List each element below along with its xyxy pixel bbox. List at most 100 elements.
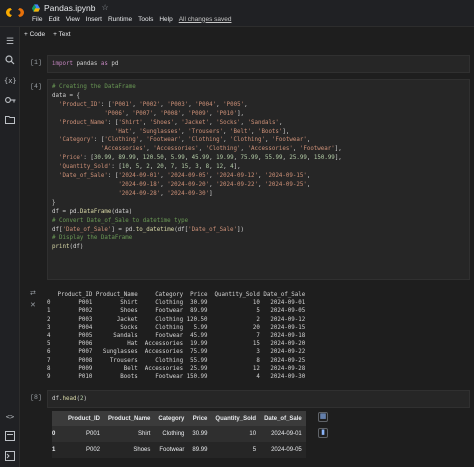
code-token: 'Footwear'	[299, 146, 335, 153]
add-text-button[interactable]: + Text	[53, 31, 70, 38]
code-line: '2024-09-28', '2024-09-30']	[48, 190, 469, 199]
add-code-button[interactable]: + Code	[24, 31, 45, 38]
table-cell: 2024-09-05	[271, 447, 302, 453]
notebook-title[interactable]: Pandas.ipynb	[44, 3, 96, 13]
menu-item-help[interactable]: Help	[159, 16, 172, 23]
menu-icon[interactable]: ☰	[4, 35, 16, 47]
code-token: ,	[244, 101, 248, 108]
variables-icon[interactable]: {x}	[4, 75, 17, 87]
changes-saved-link[interactable]: All changes saved	[179, 16, 232, 23]
code-snippets-icon[interactable]: <>	[4, 411, 16, 423]
code-line: df.head(2)	[48, 395, 469, 404]
code-token: 'Price'	[58, 155, 84, 162]
code-line: 'Product_ID': ['P001', 'P002', 'P003', '…	[48, 101, 469, 110]
output-row: 3 P004 Socks Clothing 5.99 20 2024-09-15	[47, 324, 306, 331]
column-header: Product_ID	[64, 411, 105, 426]
menu-item-insert[interactable]: Insert	[86, 16, 102, 23]
code-token: 'Hat'	[114, 128, 133, 135]
output-row: 8 P009 Belt Accessories 25.99 12 2024-09…	[47, 365, 306, 372]
code-token: df[	[52, 226, 63, 233]
code-token: ]	[209, 190, 213, 197]
code-token: 55.99	[264, 155, 283, 162]
code-editor[interactable]: df.head(2)	[47, 390, 470, 408]
execution-count: [4]	[30, 83, 42, 90]
code-token: }	[52, 199, 56, 206]
code-token: print	[52, 244, 70, 251]
colab-header: Pandas.ipynb ☆ File Edit View Insert Runtime…	[0, 0, 474, 27]
output-row: 1 P002 Shoes Footwear 89.99 5 2024-09-05	[47, 308, 306, 315]
code-token: 75.99	[240, 155, 258, 162]
code-token: to_datetime	[135, 226, 175, 233]
code-token: as	[100, 61, 108, 67]
code-token: 20	[156, 164, 164, 171]
table-cell: 10	[249, 431, 257, 437]
key-icon[interactable]	[4, 95, 16, 107]
interactive-table-icon[interactable]: ▦	[318, 412, 328, 422]
column-header: Product_Name	[104, 411, 155, 426]
code-editor[interactable]: # Creating the DataFrame data = { 'Produc…	[47, 79, 470, 280]
output-clear-icon[interactable]: ✕	[30, 301, 42, 309]
command-palette-icon[interactable]	[4, 431, 16, 443]
code-token: 'P006'	[104, 110, 126, 117]
code-line: data = {	[48, 92, 469, 101]
code-line: # Convert Date_of_Sale to datetime type	[48, 217, 469, 226]
code-token: ,	[257, 181, 265, 188]
menu-item-runtime[interactable]: Runtime	[108, 16, 132, 23]
suggest-charts-icon[interactable]: ▮	[318, 428, 328, 438]
code-cell[interactable]: [4] # Creating the DataFrame data = { 'Pr…	[26, 79, 474, 280]
execution-count: [8]	[30, 394, 42, 401]
table-cell: 5	[252, 447, 257, 453]
menu-item-edit[interactable]: Edit	[48, 16, 59, 23]
code-line: print(df)	[48, 243, 469, 252]
code-cell[interactable]: [8] df.head(2)	[26, 390, 474, 408]
code-line: import pandas as pd	[48, 60, 469, 69]
code-token: 5.99	[170, 155, 185, 162]
output-move-icon[interactable]: ⇄	[30, 289, 42, 297]
code-token: pandas	[72, 61, 101, 67]
output-row: 5 P006 Hat Accessories 19.99 15 2024-09-…	[47, 341, 306, 348]
code-token: 'P001'	[111, 101, 133, 108]
code-token: ,	[306, 181, 311, 188]
folder-icon[interactable]	[4, 115, 16, 127]
output-row: 4 P005 Sandals Footwear 45.99 7 2024-09-…	[47, 333, 306, 340]
code-cell[interactable]: [1] import pandas as pd	[26, 55, 474, 73]
code-line: 'Accessories', 'Accessories', 'Clothing'…	[48, 145, 469, 154]
search-icon[interactable]	[4, 55, 16, 67]
code-token: ,	[135, 155, 143, 162]
code-token: head	[62, 396, 77, 402]
code-token: ],	[334, 155, 342, 162]
code-token: 'Sandals'	[247, 119, 279, 126]
menu-item-file[interactable]: File	[32, 16, 42, 23]
code-editor[interactable]: import pandas as pd	[47, 55, 470, 73]
code-token: 45.99	[191, 155, 210, 162]
code-token: 150.99	[313, 155, 335, 162]
menu-item-tools[interactable]: Tools	[138, 16, 153, 23]
code-token: 'Date_of_Sale'	[62, 226, 112, 233]
output-row: 0 P001 Shirt Clothing 30.99 10 2024-09-0…	[47, 300, 306, 307]
code-token: # Convert Date_of_Sale to datetime type	[52, 217, 189, 224]
code-line: 'Hat', 'Sunglasses', 'Trousers', 'Belt',…	[48, 128, 469, 137]
colab-logo-icon[interactable]	[6, 6, 24, 19]
code-token: 25.99	[289, 155, 307, 162]
code-token: '2024-09-28'	[118, 190, 161, 197]
table-row: 1 P002 Shoes Footwear 89.99 5 2024-09-05	[52, 442, 306, 458]
code-token: ,	[198, 164, 206, 171]
row-index: 1	[52, 447, 56, 453]
output-row: 6 P007 Sunglasses Accessories 75.99 3 20…	[47, 349, 306, 356]
code-token: 'Clothing'	[188, 137, 224, 144]
code-line: 'P006', 'P007', 'P008', 'P009', 'P010'],	[48, 110, 469, 119]
terminal-icon[interactable]	[4, 451, 16, 463]
code-token: 89.99	[118, 155, 136, 162]
code-token: 'Product_ID'	[58, 101, 101, 108]
code-token: data = {	[52, 92, 80, 99]
star-icon[interactable]: ☆	[102, 3, 109, 12]
table-cell: 89.99	[192, 447, 208, 453]
menu-item-view[interactable]: View	[66, 16, 80, 23]
code-token: 'Jacket'	[181, 119, 210, 126]
